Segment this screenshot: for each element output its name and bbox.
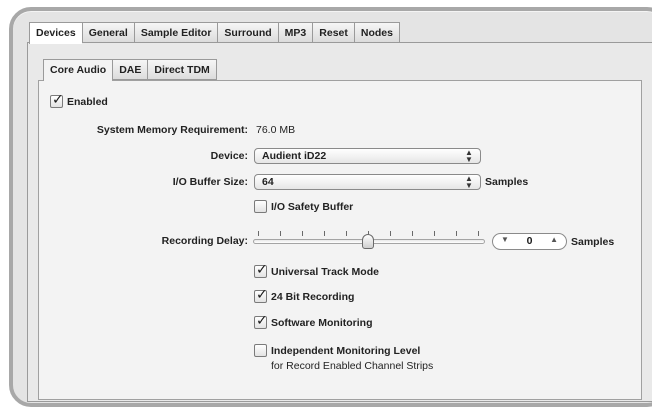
24-bit-recording-label: 24 Bit Recording [271,291,355,303]
slider-tick [456,231,457,236]
checkmark-icon: ✓ [52,91,64,107]
memory-value: 76.0 MB [256,124,296,136]
tab-nodes[interactable]: Nodes [353,22,400,43]
buffer-label: I/O Buffer Size: [172,176,248,188]
device-value: Audient iD22 [262,150,327,162]
increment-arrow-icon[interactable]: ▲ [550,235,558,244]
checkmark-icon: ✓ [256,286,268,302]
popup-arrows-icon: ▲ ▼ [465,174,473,190]
24-bit-recording-checkbox[interactable]: ✓ [254,286,268,303]
driver-tabbar: Core Audio DAE Direct TDM [43,59,217,81]
recording-delay-label: Recording Delay: [161,235,248,247]
slider-tick [258,231,259,236]
tab-devices[interactable]: Devices [29,22,82,44]
tab-mp3[interactable]: MP3 [277,22,313,43]
tab-direct-tdm[interactable]: Direct TDM [147,59,217,80]
slider-tick [390,231,391,236]
tab-dae[interactable]: DAE [112,59,148,80]
device-popup[interactable]: Audient iD22 ▲ ▼ [254,148,481,164]
slider-tick [302,231,303,236]
slider-tick [478,231,479,236]
independent-monitoring-note: for Record Enabled Channel Strips [271,360,434,372]
recording-delay-unit: Samples [571,236,615,248]
independent-monitoring-checkbox[interactable] [254,344,267,357]
memory-label: System Memory Requirement: [96,124,248,136]
popup-arrows-icon: ▲ ▼ [465,148,473,164]
safety-buffer-label: I/O Safety Buffer [271,201,354,213]
checkmark-icon: ✓ [256,261,268,277]
tab-reset[interactable]: Reset [312,22,354,43]
enabled-checkbox[interactable]: ✓ [50,91,64,108]
tab-surround[interactable]: Surround [217,22,278,43]
preferences-tabbar: Devices General Sample Editor Surround M… [29,22,400,44]
buffer-value: 64 [262,176,274,188]
enabled-label: Enabled [67,96,108,108]
universal-track-mode-checkbox[interactable]: ✓ [254,261,268,278]
checkmark-icon: ✓ [256,312,268,328]
slider-tick [346,231,347,236]
independent-monitoring-label: Independent Monitoring Level [271,345,421,357]
recording-delay-stepper[interactable]: ▼ 0 ▲ [492,233,567,250]
buffer-size-popup[interactable]: 64 ▲ ▼ [254,174,481,190]
tab-sample-editor[interactable]: Sample Editor [133,22,218,43]
slider-tick [324,231,325,236]
software-monitoring-checkbox[interactable]: ✓ [254,312,268,329]
slider-tick [280,231,281,236]
safety-buffer-checkbox[interactable] [254,200,267,213]
tab-general[interactable]: General [81,22,134,43]
software-monitoring-label: Software Monitoring [271,317,373,329]
buffer-unit: Samples [485,176,529,188]
slider-tick [412,231,413,236]
universal-track-mode-label: Universal Track Mode [271,266,379,278]
slider-knob[interactable] [362,234,374,249]
device-label: Device: [210,150,248,162]
slider-tick [434,231,435,236]
tab-core-audio[interactable]: Core Audio [43,59,113,81]
